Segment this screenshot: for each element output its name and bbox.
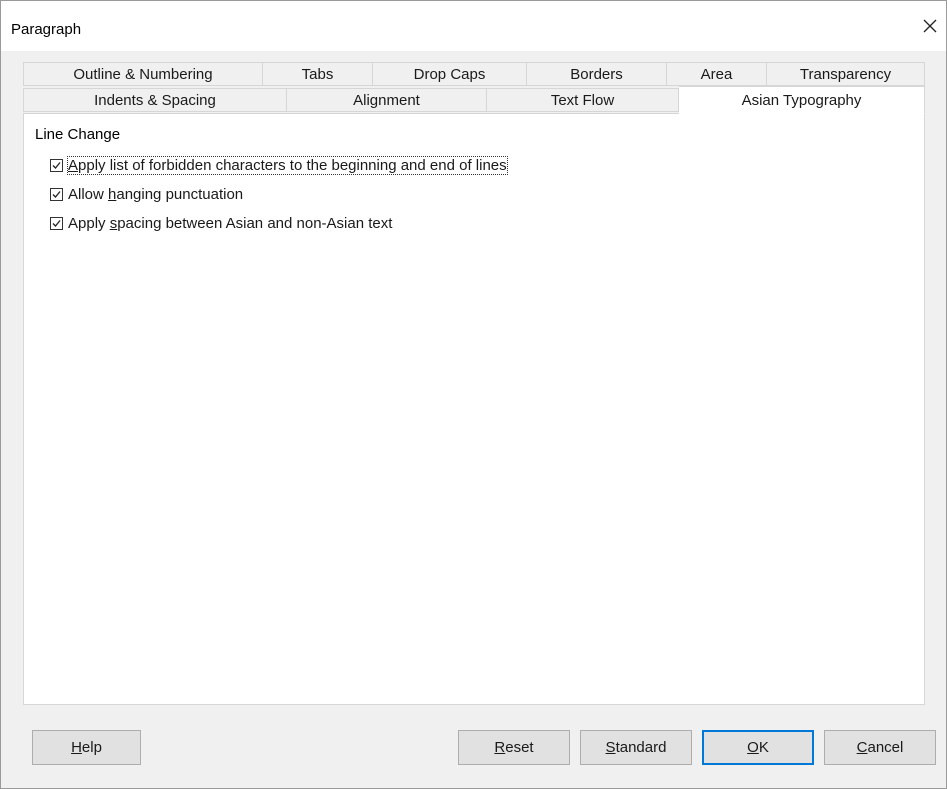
close-icon	[923, 19, 937, 33]
checkmark-icon	[52, 190, 61, 198]
checkbox-box[interactable]	[50, 216, 63, 230]
tab-drop-caps[interactable]: Drop Caps	[373, 62, 527, 86]
tab-tabs[interactable]: Tabs	[263, 62, 373, 86]
tab-asian-typography[interactable]: Asian Typography	[679, 86, 925, 114]
checkmark-icon	[52, 161, 61, 169]
tab-transparency[interactable]: Transparency	[767, 62, 925, 86]
tab-outline-numbering[interactable]: Outline & Numbering	[23, 62, 263, 86]
help-button[interactable]: Help	[32, 730, 141, 765]
checkbox-asian-spacing[interactable]: Apply spacing between Asian and non-Asia…	[50, 212, 392, 234]
standard-button[interactable]: Standard	[580, 730, 692, 765]
title-bar: Paragraph	[1, 1, 946, 51]
ok-button[interactable]: OK	[702, 730, 814, 765]
tab-indents-spacing[interactable]: Indents & Spacing	[23, 88, 287, 112]
checkbox-box[interactable]	[50, 187, 63, 201]
checkbox-hanging-punctuation[interactable]: Allow hanging punctuation	[50, 183, 243, 205]
tab-borders[interactable]: Borders	[527, 62, 667, 86]
checkmark-icon	[52, 219, 61, 227]
checkbox-label: Allow hanging punctuation	[68, 185, 244, 203]
tab-area[interactable]: Area	[667, 62, 767, 86]
reset-button[interactable]: Reset	[458, 730, 570, 765]
tab-alignment[interactable]: Alignment	[287, 88, 487, 112]
paragraph-dialog: Paragraph Outline & Numbering Tabs Drop …	[0, 0, 947, 789]
checkbox-forbidden-characters[interactable]: Apply list of forbidden characters to th…	[50, 154, 508, 176]
checkbox-label: Apply spacing between Asian and non-Asia…	[68, 214, 393, 232]
checkbox-box[interactable]	[50, 158, 63, 172]
asian-typography-panel: Line Change Apply list of forbidden char…	[23, 113, 925, 705]
tab-row-2: Indents & Spacing Alignment Text Flow As…	[23, 86, 925, 114]
checkbox-label: Apply list of forbidden characters to th…	[67, 155, 508, 175]
section-title-line-change: Line Change	[35, 126, 121, 143]
tab-text-flow[interactable]: Text Flow	[487, 88, 679, 112]
dialog-title: Paragraph	[11, 21, 82, 38]
tab-row-1: Outline & Numbering Tabs Drop Caps Borde…	[23, 62, 925, 86]
close-button[interactable]	[918, 14, 942, 38]
cancel-button[interactable]: Cancel	[824, 730, 936, 765]
